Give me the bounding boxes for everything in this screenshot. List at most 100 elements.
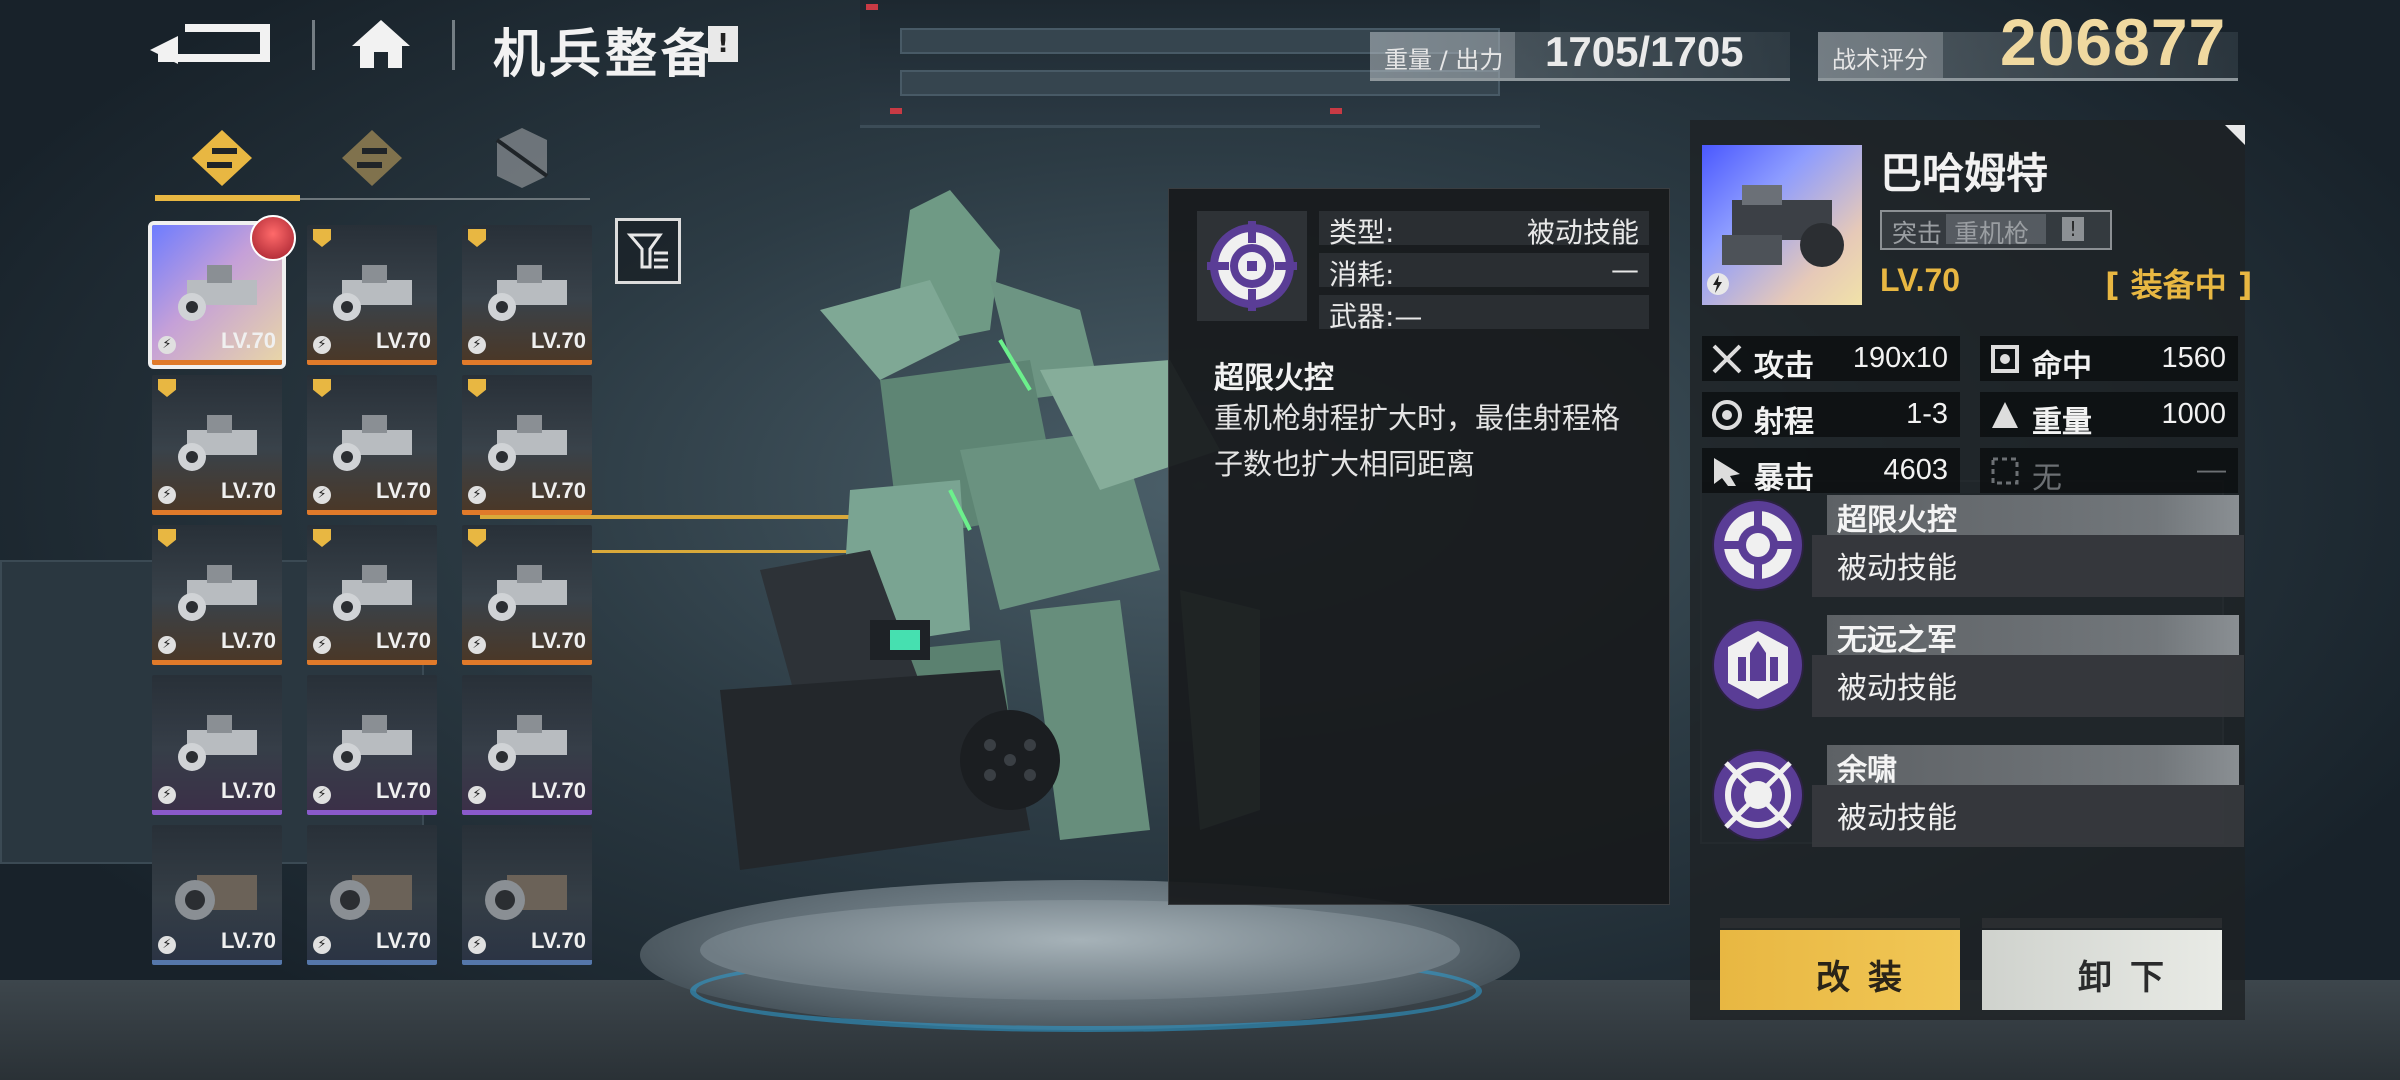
inventory-item[interactable]: ⚡ LV.70 [307, 825, 437, 965]
item-level: LV.70 [220, 778, 276, 803]
machine-gun-weapon-icon [488, 415, 567, 471]
weapon-level: LV.70 [1880, 262, 1961, 298]
machine-gun-weapon-icon [178, 715, 257, 771]
tab-parts[interactable] [452, 118, 592, 198]
inventory-item[interactable]: ⚡ LV.70 [462, 375, 592, 515]
tab-weapons[interactable] [152, 118, 292, 198]
bolt-badge-icon: ⚡ [158, 936, 176, 954]
skill-item[interactable]: 超限火控 被动技能 [1702, 495, 2244, 605]
inventory-item[interactable]: ⚡ LV.70 [307, 225, 437, 365]
attr-label: 无 [2032, 461, 2062, 496]
item-level: LV.70 [375, 928, 431, 953]
weapon-inventory-grid: ⚡ LV.70 ⚡ LV.70 ⚡ LV.70 ⚡ LV.70 ⚡ LV.70 ⚡ LV.70 ⚡ LV.… [148, 221, 597, 985]
weapon-tags: 突击 重机枪 ! [1880, 210, 2112, 250]
weapon-type-tag: 重机枪 [1954, 219, 2030, 248]
attr-label: 命中 [2032, 349, 2092, 384]
weapon-class-tag: 突击 [1892, 219, 1943, 248]
inventory-item[interactable]: ⚡ LV.70 [462, 675, 592, 815]
skill-type-value: 被动技能 [1526, 216, 1639, 249]
modify-button[interactable]: 改装 [1720, 930, 1960, 1010]
rank-badge-icon [313, 379, 331, 397]
skill-item[interactable]: 无远之军 被动技能 [1702, 615, 2244, 725]
skill-item[interactable]: 余啸 被动技能 [1702, 745, 2244, 855]
inventory-item[interactable]: ⚡ LV.70 [307, 675, 437, 815]
tag-info-badge[interactable]: ! [2062, 217, 2084, 241]
rank-badge-icon [158, 379, 176, 397]
page-title: 机兵整备 [493, 25, 718, 85]
item-level: LV.70 [375, 478, 431, 503]
attr-accuracy: 命中 1560 [1980, 336, 2238, 384]
rank-badge-icon [468, 529, 486, 547]
inventory-tabs [152, 118, 592, 203]
range-icon [1712, 400, 1742, 430]
item-level: LV.70 [530, 778, 586, 803]
bolt-badge-icon: ⚡ [313, 486, 331, 504]
cannon-weapon-icon [485, 875, 567, 920]
inventory-item[interactable]: ⚡ LV.70 [152, 675, 282, 815]
echo-skill-icon [1714, 751, 1802, 839]
machine-gun-weapon-icon [488, 565, 567, 621]
bolt-badge-icon: ⚡ [158, 636, 176, 654]
divider [312, 20, 315, 70]
bolt-badge-icon: ⚡ [313, 786, 331, 804]
score-label: 战术评分 [1832, 46, 1928, 74]
home-button[interactable] [350, 18, 412, 70]
weapon-name: 巴哈姆特 [1880, 149, 2049, 198]
attr-value: 1560 [2161, 342, 2226, 374]
unequip-button[interactable]: 卸下 [1982, 930, 2222, 1010]
back-button[interactable] [150, 18, 275, 68]
rank-badge-icon [468, 229, 486, 247]
unequip-button-label: 卸下 [2078, 958, 2182, 998]
bolt-badge-icon: ⚡ [158, 336, 176, 354]
inventory-item[interactable]: ⚡ LV.70 [462, 525, 592, 665]
inventory-item[interactable]: ⚡ LV.70 [462, 825, 592, 965]
item-level: LV.70 [220, 628, 276, 653]
inventory-item[interactable]: ⚡ LV.70 [152, 375, 282, 515]
module-category-icon [342, 130, 402, 186]
skill-name: 余啸 [1837, 753, 1897, 788]
attr-value: 4603 [1883, 454, 1948, 486]
active-tab-indicator [155, 195, 300, 201]
inventory-item[interactable]: ⚡ LV.70 [152, 825, 282, 965]
item-level: LV.70 [375, 328, 431, 353]
skill-type: 被动技能 [1837, 801, 1957, 836]
inventory-item[interactable]: ⚡ LV.70 [307, 375, 437, 515]
machine-gun-weapon-icon [178, 265, 257, 321]
bolt-badge-icon: ⚡ [468, 786, 486, 804]
back-arrow-icon [150, 24, 270, 64]
inventory-item[interactable]: ⚡ LV.70 [307, 525, 437, 665]
skill-type: 被动技能 [1837, 671, 1957, 706]
bolt-badge-icon: ⚡ [468, 936, 486, 954]
attr-value: — [2197, 454, 2226, 486]
score-value: 206877 [2000, 5, 2227, 79]
item-level: LV.70 [220, 928, 276, 953]
attack-icon [1712, 344, 1742, 374]
attr-range: 射程 1-3 [1702, 392, 1960, 440]
shield-missile-skill-icon [1714, 621, 1802, 709]
skill-cost-label: 消耗: [1329, 258, 1395, 291]
bolt-badge-icon: ⚡ [313, 336, 331, 354]
inventory-item[interactable]: ⚡ LV.70 [462, 225, 592, 365]
item-level: LV.70 [220, 328, 276, 353]
inventory-item[interactable]: ⚡ LV.70 [152, 525, 282, 665]
tab-modules[interactable] [302, 118, 442, 198]
rank-badge-icon [313, 229, 331, 247]
skill-tooltip: 类型: 被动技能 消耗: — 武器:— 超限火控 重机枪射程扩大时，最佳射程格子… [1168, 188, 1670, 905]
machine-gun-weapon-icon [333, 715, 412, 771]
machine-gun-weapon-icon [178, 415, 257, 471]
filter-button[interactable] [615, 218, 681, 284]
cannon-weapon-icon [330, 875, 412, 920]
crosshair-skill-icon [1714, 501, 1802, 589]
machine-gun-weapon-icon [333, 415, 412, 471]
crosshair-skill-icon [1207, 221, 1297, 311]
skill-weapon-label: 武器:— [1329, 300, 1423, 333]
part-category-icon [495, 128, 549, 188]
machine-gun-weapon-icon [488, 265, 567, 321]
skill-type-label: 类型: [1329, 216, 1395, 249]
info-button[interactable]: ! [708, 26, 738, 62]
weight-icon [1992, 402, 2018, 428]
skill-title: 超限火控 [1214, 361, 1334, 396]
bolt-badge-icon: ⚡ [158, 486, 176, 504]
item-level: LV.70 [220, 478, 276, 503]
attr-label: 射程 [1754, 405, 1814, 440]
